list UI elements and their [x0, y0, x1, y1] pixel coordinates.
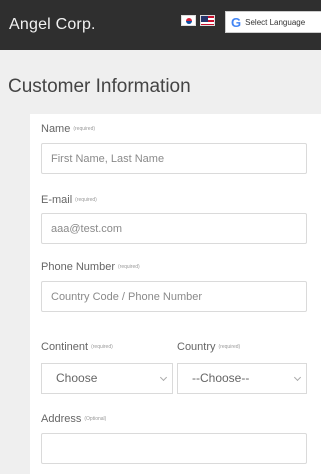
continent-select-value: Choose — [56, 371, 98, 385]
email-input[interactable] — [41, 213, 307, 244]
address-optional-note: (Optional) — [84, 416, 107, 423]
continent-select[interactable]: Choose — [41, 363, 173, 394]
name-required-note: (required) — [73, 126, 96, 133]
top-bar: Angel Corp. G Select Language — [0, 0, 321, 50]
phone-label-text: Phone Number — [41, 261, 115, 273]
language-select[interactable]: G Select Language — [225, 11, 321, 33]
language-select-label: Select Language — [245, 17, 306, 27]
usa-flag-icon[interactable] — [200, 15, 215, 26]
email-label: E-mail (required) — [41, 194, 97, 206]
continent-required-note: (required) — [91, 344, 113, 351]
address-input[interactable] — [41, 433, 307, 464]
address-label: Address (Optional) — [41, 413, 106, 425]
page-title: Customer Information — [8, 76, 191, 97]
korea-flag-icon[interactable] — [181, 15, 196, 26]
brand-name[interactable]: Angel Corp. — [9, 16, 96, 34]
phone-label: Phone Number (required) — [41, 261, 140, 273]
country-select-value: --Choose-- — [192, 371, 250, 385]
country-select[interactable]: --Choose-- — [177, 363, 307, 394]
google-translate-icon: G — [231, 14, 242, 30]
email-required-note: (required) — [75, 197, 97, 204]
phone-input[interactable] — [41, 281, 307, 312]
language-flags — [181, 15, 219, 26]
country-label: Country (required) — [177, 341, 240, 353]
continent-label: Continent (required) — [41, 341, 113, 353]
phone-required-note: (required) — [118, 264, 140, 271]
address-label-text: Address — [41, 413, 82, 425]
country-label-text: Country — [177, 341, 216, 353]
name-input[interactable] — [41, 143, 307, 174]
country-required-note: (required) — [218, 344, 241, 351]
continent-label-text: Continent — [41, 341, 89, 353]
name-label: Name (required) — [41, 123, 95, 135]
email-label-text: E-mail — [41, 194, 73, 206]
name-label-text: Name — [41, 123, 71, 135]
chevron-down-icon — [293, 373, 302, 382]
chevron-down-icon — [159, 373, 168, 382]
